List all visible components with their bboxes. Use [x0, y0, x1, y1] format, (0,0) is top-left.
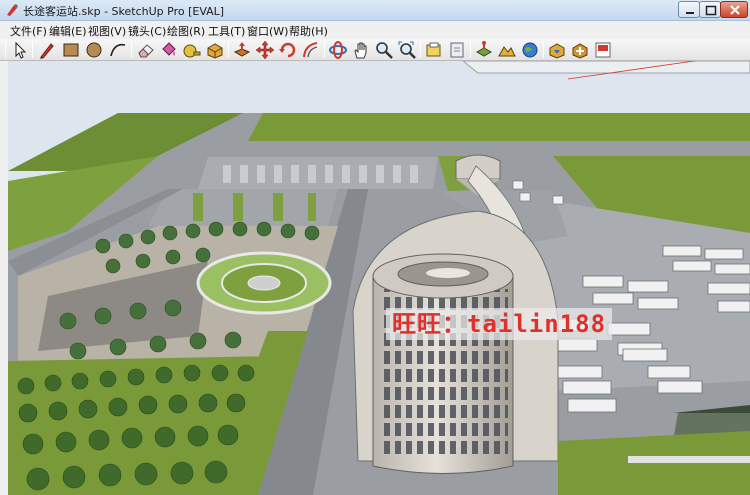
offset-tool-button[interactable] [301, 40, 321, 60]
warehouse-icon [549, 43, 565, 59]
title-bar: 长途客运站.skp - SketchUp Pro [EVAL] [0, 0, 750, 21]
eraser-tool-button[interactable] [136, 40, 156, 60]
zoom-extents-button[interactable] [397, 40, 417, 60]
share-model-button[interactable] [447, 40, 467, 60]
extension-warehouse-icon [572, 43, 588, 59]
offset-icon [303, 42, 318, 58]
extension-warehouse-button[interactable] [570, 40, 590, 60]
watermark-text: 旺旺：tailin188 [386, 308, 613, 340]
google-earth-icon [522, 42, 538, 58]
eraser-icon [138, 44, 154, 58]
menu-edit[interactable]: 编辑(E) [49, 23, 87, 39]
circle-tool-button[interactable] [84, 40, 104, 60]
add-location-icon [475, 41, 493, 57]
toolbar-separator [470, 42, 471, 58]
viewport-left-border [0, 61, 8, 495]
menu-camera[interactable]: 镜头(C) [128, 23, 166, 39]
arc-tool-button[interactable] [108, 40, 128, 60]
maximize-button[interactable] [699, 1, 721, 18]
get-models-button[interactable] [424, 40, 444, 60]
toolbar-separator [420, 42, 421, 58]
rectangle-tool-button[interactable] [61, 40, 81, 60]
toolbar-grip [5, 42, 6, 58]
move-icon [255, 40, 275, 60]
arc-icon [110, 43, 126, 57]
toggle-terrain-icon [498, 46, 516, 57]
menu-tools[interactable]: 工具(T) [208, 23, 245, 39]
main-toolbar [0, 39, 750, 61]
push-pull-icon [233, 42, 251, 57]
sketchup-app-icon [7, 4, 18, 16]
get-models-icon [426, 42, 441, 57]
toggle-terrain-button[interactable] [497, 40, 517, 60]
model-viewport[interactable]: 旺旺：tailin188 [8, 61, 750, 495]
menu-view[interactable]: 视图(V) [88, 23, 126, 39]
pencil-line-icon [40, 43, 54, 59]
add-location-button[interactable] [474, 40, 494, 60]
paint-bucket-icon [162, 42, 176, 56]
close-button[interactable] [720, 1, 748, 18]
zoom-extents-icon [398, 41, 416, 59]
google-earth-button[interactable] [520, 40, 540, 60]
window-title: 长途客运站.skp - SketchUp Pro [EVAL] [23, 5, 225, 18]
menu-bar: 文件(F) 编辑(E) 视图(V) 镜头(C) 绘图(R) 工具(T) 窗口(W… [0, 21, 750, 39]
zoom-icon [376, 42, 393, 59]
tape-measure-icon [183, 44, 201, 58]
orbit-tool-button[interactable] [328, 40, 348, 60]
site-model-render [8, 61, 750, 495]
maximize-icon [705, 5, 717, 16]
orbit-icon [329, 41, 347, 59]
layout-button[interactable] [593, 40, 613, 60]
share-model-icon [450, 42, 464, 58]
toolbar-separator [228, 42, 229, 58]
toolbar-separator [32, 42, 33, 58]
warehouse-button[interactable] [547, 40, 567, 60]
rectangle-icon [63, 43, 79, 57]
menu-window[interactable]: 窗口(W) [247, 23, 288, 39]
toolbar-separator [324, 42, 325, 58]
pan-icon [354, 42, 367, 59]
line-tool-button[interactable] [37, 40, 57, 60]
make-component-button[interactable] [205, 40, 225, 60]
minimize-icon [686, 12, 694, 14]
make-component-icon [207, 43, 223, 59]
select-arrow-icon [15, 41, 27, 59]
menu-draw[interactable]: 绘图(R) [167, 23, 205, 39]
toolbar-separator [131, 42, 132, 58]
menu-file[interactable]: 文件(F) [10, 23, 47, 39]
pan-tool-button[interactable] [351, 40, 371, 60]
toolbar-separator [543, 42, 544, 58]
tape-measure-button[interactable] [182, 40, 202, 60]
circle-icon [86, 42, 102, 58]
zoom-tool-button[interactable] [374, 40, 394, 60]
rotate-icon [279, 42, 296, 58]
close-icon [730, 5, 740, 15]
move-tool-button[interactable] [255, 40, 275, 60]
menu-help[interactable]: 帮助(H) [289, 23, 328, 39]
paint-bucket-button[interactable] [159, 40, 179, 60]
layout-icon [595, 42, 611, 58]
select-tool-button[interactable] [10, 40, 30, 60]
rotate-tool-button[interactable] [278, 40, 298, 60]
push-pull-button[interactable] [232, 40, 252, 60]
minimize-button[interactable] [678, 1, 700, 18]
